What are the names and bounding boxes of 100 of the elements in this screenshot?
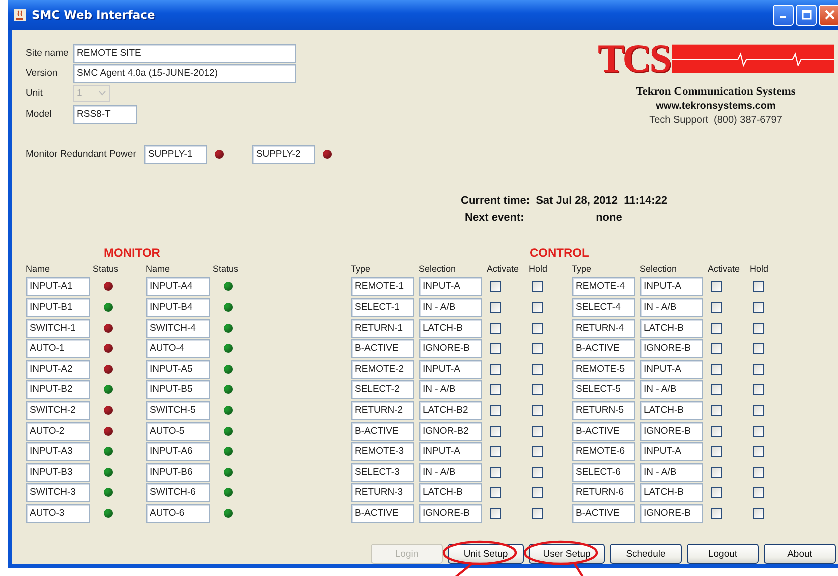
text-field[interactable]: IGNORE-B: [640, 504, 703, 523]
text-field[interactable]: INPUT-A: [419, 360, 482, 379]
text-field[interactable]: REMOTE-2: [351, 360, 414, 379]
text-field[interactable]: SELECT-4: [572, 298, 635, 318]
checkbox[interactable]: [753, 343, 764, 354]
text-field[interactable]: SWITCH-2: [26, 401, 90, 420]
checkbox[interactable]: [711, 466, 722, 478]
checkbox[interactable]: [753, 487, 764, 498]
text-field[interactable]: SUPPLY-2: [252, 145, 316, 164]
text-field[interactable]: B-ACTIVE: [572, 504, 635, 523]
text-field[interactable]: IGNORE-B: [640, 339, 703, 358]
text-field[interactable]: INPUT-B2: [26, 380, 90, 400]
text-field[interactable]: INPUT-B1: [26, 298, 90, 318]
text-field[interactable]: AUTO-5: [146, 422, 210, 441]
action-button[interactable]: Schedule: [610, 544, 682, 564]
checkbox[interactable]: [711, 302, 722, 314]
text-field[interactable]: IGNORE-B: [419, 504, 482, 523]
checkbox[interactable]: [490, 466, 501, 478]
text-field[interactable]: INPUT-A5: [146, 360, 210, 379]
text-field[interactable]: INPUT-A6: [146, 442, 210, 462]
checkbox[interactable]: [490, 364, 501, 375]
text-field[interactable]: AUTO-4: [146, 339, 210, 358]
text-field[interactable]: LATCH-B: [640, 401, 703, 420]
text-field[interactable]: IN - A/B: [419, 298, 482, 318]
checkbox[interactable]: [490, 508, 501, 519]
text-field[interactable]: AUTO-2: [26, 422, 90, 441]
text-field[interactable]: REMOTE-1: [351, 277, 414, 296]
checkbox[interactable]: [753, 466, 764, 478]
text-field[interactable]: SELECT-6: [572, 462, 635, 482]
checkbox[interactable]: [490, 487, 501, 498]
checkbox[interactable]: [753, 384, 764, 396]
text-field[interactable]: AUTO-6: [146, 504, 210, 523]
text-field[interactable]: IN - A/B: [640, 380, 703, 400]
checkbox[interactable]: [532, 322, 543, 334]
text-field[interactable]: INPUT-A3: [26, 442, 90, 462]
text-field[interactable]: INPUT-A1: [26, 277, 90, 296]
checkbox[interactable]: [711, 405, 722, 416]
checkbox[interactable]: [532, 384, 543, 396]
checkbox[interactable]: [532, 302, 543, 314]
text-field[interactable]: INPUT-A: [640, 277, 703, 296]
checkbox[interactable]: [532, 508, 543, 519]
checkbox[interactable]: [711, 281, 722, 292]
checkbox[interactable]: [753, 508, 764, 519]
text-field[interactable]: RETURN-3: [351, 483, 414, 502]
checkbox[interactable]: [490, 281, 501, 292]
text-field[interactable]: RSS8-T: [73, 105, 137, 124]
checkbox[interactable]: [711, 364, 722, 375]
checkbox[interactable]: [711, 508, 722, 519]
text-field[interactable]: IGNOR-B2: [419, 422, 482, 441]
text-field[interactable]: SWITCH-4: [146, 318, 210, 338]
checkbox[interactable]: [711, 343, 722, 354]
checkbox[interactable]: [532, 426, 543, 437]
text-field[interactable]: INPUT-B5: [146, 380, 210, 400]
text-field[interactable]: B-ACTIVE: [351, 422, 414, 441]
text-field[interactable]: INPUT-B3: [26, 462, 90, 482]
checkbox[interactable]: [711, 446, 722, 458]
text-field[interactable]: SELECT-2: [351, 380, 414, 400]
text-field[interactable]: LATCH-B: [640, 318, 703, 338]
text-field[interactable]: SWITCH-1: [26, 318, 90, 338]
checkbox[interactable]: [753, 405, 764, 416]
text-field[interactable]: INPUT-B6: [146, 462, 210, 482]
text-field[interactable]: SWITCH-5: [146, 401, 210, 420]
text-field[interactable]: SUPPLY-1: [144, 145, 208, 164]
text-field[interactable]: AUTO-3: [26, 504, 90, 523]
text-field[interactable]: LATCH-B: [640, 483, 703, 502]
maximize-button[interactable]: [796, 4, 817, 26]
checkbox[interactable]: [532, 364, 543, 375]
action-button[interactable]: Logout: [687, 544, 759, 564]
text-field[interactable]: REMOTE SITE: [73, 44, 296, 63]
text-field[interactable]: REMOTE-6: [572, 442, 635, 462]
text-field[interactable]: LATCH-B2: [419, 401, 482, 420]
text-field[interactable]: IN - A/B: [419, 380, 482, 400]
text-field[interactable]: B-ACTIVE: [351, 504, 414, 523]
checkbox[interactable]: [753, 364, 764, 375]
checkbox[interactable]: [753, 302, 764, 314]
text-field[interactable]: REMOTE-3: [351, 442, 414, 462]
text-field[interactable]: B-ACTIVE: [572, 422, 635, 441]
close-button[interactable]: [819, 4, 838, 26]
text-field[interactable]: INPUT-A: [419, 442, 482, 462]
checkbox[interactable]: [753, 426, 764, 437]
checkbox[interactable]: [490, 405, 501, 416]
checkbox[interactable]: [532, 466, 543, 478]
text-field[interactable]: IGNORE-B: [419, 339, 482, 358]
checkbox[interactable]: [711, 322, 722, 334]
text-field[interactable]: INPUT-A: [640, 360, 703, 379]
text-field[interactable]: IN - A/B: [640, 298, 703, 318]
checkbox[interactable]: [532, 343, 543, 354]
checkbox[interactable]: [532, 281, 543, 292]
checkbox[interactable]: [753, 446, 764, 458]
text-field[interactable]: AUTO-1: [26, 339, 90, 358]
text-field[interactable]: LATCH-B: [419, 483, 482, 502]
checkbox[interactable]: [711, 384, 722, 396]
checkbox[interactable]: [490, 426, 501, 437]
text-field[interactable]: RETURN-2: [351, 401, 414, 420]
checkbox[interactable]: [532, 446, 543, 458]
text-field[interactable]: SELECT-1: [351, 298, 414, 318]
text-field[interactable]: SELECT-5: [572, 380, 635, 400]
checkbox[interactable]: [753, 322, 764, 334]
text-field[interactable]: INPUT-A: [640, 442, 703, 462]
text-field[interactable]: SWITCH-3: [26, 483, 90, 502]
